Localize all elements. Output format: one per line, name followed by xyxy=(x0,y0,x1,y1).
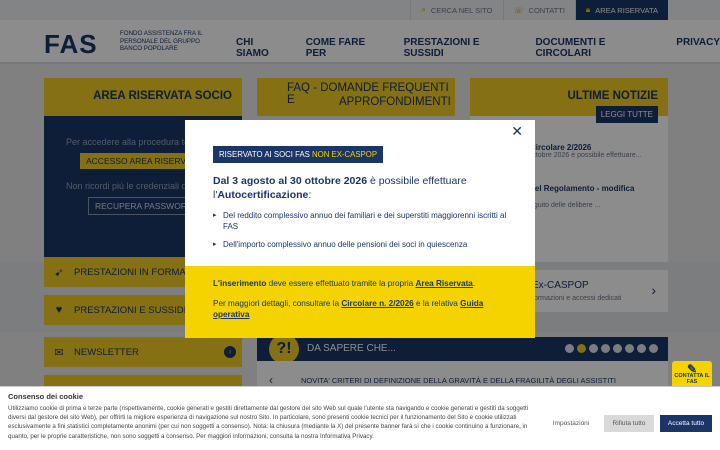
modal-list: Del reddito complessivo annuo dei famili… xyxy=(213,210,515,257)
cookie-accept-button[interactable]: Accetta tutto xyxy=(660,415,712,432)
list-item: Dell'importo complessivo annuo delle pen… xyxy=(213,239,515,250)
announcement-modal: ✕ RISERVATO AI SOCI FAS NON EX-CASPOP Da… xyxy=(185,120,535,338)
cookie-settings-button[interactable]: Impostazioni xyxy=(544,415,598,432)
list-item: Del reddito complessivo annuo dei famili… xyxy=(213,210,515,232)
cookie-text: Utilizziamo cookie di prima e terze part… xyxy=(8,405,529,440)
modal-heading: Dal 3 agosto al 30 ottobre 2026 è possib… xyxy=(213,175,467,201)
area-riservata-link[interactable]: Area Riservata xyxy=(416,279,473,288)
cookie-banner: Consenso dei cookie Utilizziamo cookie d… xyxy=(0,386,720,450)
modal-info-box: L'inserimento deve essere effettuato tra… xyxy=(185,266,535,338)
circolare-link[interactable]: Circolare n. 2/2026 xyxy=(341,299,413,308)
modal-paragraph-1: L'inserimento deve essere effettuato tra… xyxy=(213,279,476,288)
close-icon[interactable]: ✕ xyxy=(511,123,523,140)
modal-paragraph-2: Per maggiori dettagli, consultare la Cir… xyxy=(213,299,484,319)
cookie-title: Consenso dei cookie xyxy=(8,392,84,401)
members-tag: RISERVATO AI SOCI FAS NON EX-CASPOP xyxy=(213,146,384,163)
cookie-reject-button[interactable]: Rifiuta tutto xyxy=(604,415,654,432)
